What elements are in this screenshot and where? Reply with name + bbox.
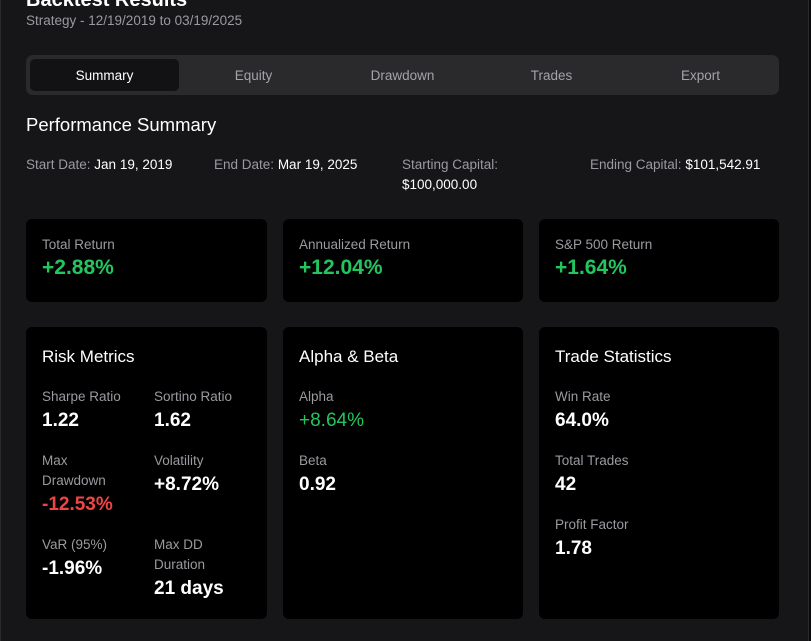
- alpha-label: Alpha: [299, 389, 334, 404]
- sharpe-ratio: Sharpe Ratio 1.22: [42, 387, 121, 433]
- performance-summary-title: Performance Summary: [26, 114, 217, 135]
- tab-bar: Summary Equity Drawdown Trades Export: [26, 55, 779, 95]
- sp500-return-label: S&P 500 Return: [555, 237, 653, 252]
- var-95-label: VaR (95%): [42, 537, 108, 552]
- sp500-return-card: S&P 500 Return +1.64%: [539, 219, 779, 302]
- total-return-card: Total Return +2.88%: [26, 219, 267, 302]
- profit-factor-value: 1.78: [555, 538, 592, 559]
- risk-metrics-title: Risk Metrics: [42, 347, 135, 366]
- volatility: Volatility +8.72%: [154, 451, 219, 497]
- tab-summary[interactable]: Summary: [30, 59, 179, 91]
- end-date-value: Mar 19, 2025: [277, 157, 358, 172]
- total-return-value: +2.88%: [42, 256, 114, 279]
- total-return-label: Total Return: [42, 237, 115, 252]
- total-trades-label: Total Trades: [555, 453, 629, 468]
- tab-drawdown[interactable]: Drawdown: [328, 59, 477, 91]
- max-dd-duration-label: Max DD Duration: [154, 537, 206, 572]
- starting-capital: Starting Capital: $100,000.00: [402, 155, 498, 195]
- beta-label: Beta: [299, 453, 327, 468]
- sp500-return-value: +1.64%: [555, 256, 627, 279]
- start-date-value: Jan 19, 2019: [94, 157, 173, 172]
- starting-capital-label: Starting Capital:: [402, 157, 499, 172]
- risk-metrics-card: Risk Metrics Sharpe Ratio 1.22 Sortino R…: [26, 327, 267, 619]
- starting-capital-value: $100,000.00: [402, 177, 478, 192]
- page-title: Backtest Results: [26, 0, 188, 11]
- volatility-value: +8.72%: [154, 474, 219, 495]
- alpha-beta-title: Alpha & Beta: [299, 347, 399, 366]
- win-rate: Win Rate 64.0%: [555, 387, 611, 433]
- alpha-value: +8.64%: [299, 410, 364, 431]
- annualized-return-label: Annualized Return: [299, 237, 411, 252]
- tab-equity[interactable]: Equity: [179, 59, 328, 91]
- profit-factor: Profit Factor 1.78: [555, 515, 629, 561]
- profit-factor-label: Profit Factor: [555, 517, 629, 532]
- sortino-ratio-value: 1.62: [154, 410, 191, 431]
- trade-statistics-card: Trade Statistics Win Rate 64.0% Total Tr…: [539, 327, 779, 619]
- max-dd-duration: Max DD Duration 21 days: [154, 535, 244, 601]
- max-drawdown-value: -12.53%: [42, 494, 113, 515]
- beta: Beta 0.92: [299, 451, 336, 497]
- total-trades: Total Trades 42: [555, 451, 629, 497]
- sortino-ratio-label: Sortino Ratio: [154, 389, 233, 404]
- ending-capital-label: Ending Capital:: [590, 157, 682, 172]
- trade-statistics-title: Trade Statistics: [555, 347, 672, 366]
- beta-value: 0.92: [299, 474, 336, 495]
- start-date: Start Date: Jan 19, 2019: [26, 155, 172, 175]
- results-panel: Backtest Results Strategy - 12/19/2019 t…: [0, 0, 809, 641]
- max-drawdown-label: Max Drawdown: [42, 453, 106, 488]
- ending-capital-value: $101,542.91: [685, 157, 761, 172]
- sharpe-ratio-label: Sharpe Ratio: [42, 389, 121, 404]
- ending-capital: Ending Capital: $101,542.91: [590, 155, 760, 175]
- var-95: VaR (95%) -1.96%: [42, 535, 107, 581]
- page-subtitle: Strategy - 12/19/2019 to 03/19/2025: [26, 13, 243, 28]
- start-date-label: Start Date:: [26, 157, 91, 172]
- max-dd-duration-value: 21 days: [154, 578, 224, 599]
- tab-export[interactable]: Export: [626, 59, 775, 91]
- annualized-return-value: +12.04%: [299, 256, 383, 279]
- alpha: Alpha +8.64%: [299, 387, 364, 433]
- sharpe-ratio-value: 1.22: [42, 410, 79, 431]
- end-date: End Date: Mar 19, 2025: [214, 155, 357, 175]
- end-date-label: End Date:: [214, 157, 275, 172]
- annualized-return-card: Annualized Return +12.04%: [283, 219, 523, 302]
- max-drawdown: Max Drawdown -12.53%: [42, 451, 132, 517]
- alpha-beta-card: Alpha & Beta Alpha +8.64% Beta 0.92: [283, 327, 523, 619]
- sortino-ratio: Sortino Ratio 1.62: [154, 387, 232, 433]
- var-95-value: -1.96%: [42, 558, 103, 579]
- win-rate-value: 64.0%: [555, 410, 609, 431]
- win-rate-label: Win Rate: [555, 389, 611, 404]
- total-trades-value: 42: [555, 474, 577, 495]
- tab-trades[interactable]: Trades: [477, 59, 626, 91]
- volatility-label: Volatility: [154, 453, 204, 468]
